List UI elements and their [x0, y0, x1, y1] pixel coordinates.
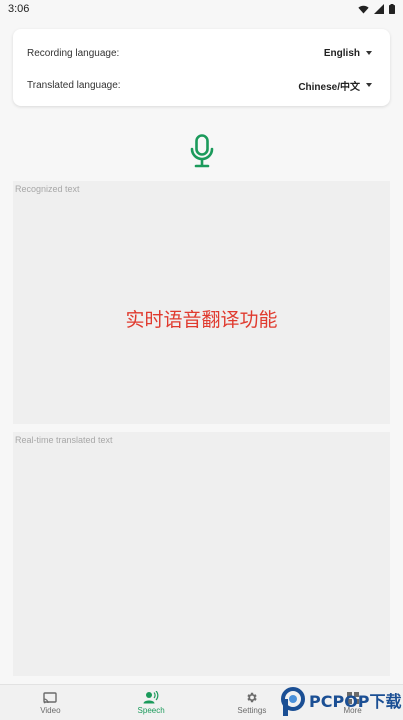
- status-time: 3:06: [8, 3, 30, 15]
- watermark-brand: PCPOP下载: [309, 692, 402, 711]
- microphone-button[interactable]: [186, 132, 218, 170]
- nav-label-settings: Settings: [237, 706, 267, 715]
- recognized-text-area[interactable]: Recognized text 实时语音翻译功能: [13, 181, 390, 424]
- battery-icon: [389, 4, 395, 14]
- recognized-text-placeholder: Recognized text: [15, 184, 80, 194]
- pcpop-watermark: PCPOP下载: [280, 684, 403, 720]
- translated-language-dropdown[interactable]: Chinese/中文: [298, 78, 372, 93]
- translated-language-label: Translated language:: [27, 79, 121, 91]
- nav-label-video: Video: [40, 705, 61, 715]
- app-screen: 3:06 Recording language: English Transla…: [0, 0, 403, 720]
- nav-item-video[interactable]: Video: [0, 685, 101, 720]
- recording-language-label: Recording language:: [27, 47, 120, 59]
- dropdown-arrow-icon: [366, 83, 372, 87]
- gear-icon: [247, 692, 258, 703]
- voice-person-icon: [143, 691, 159, 704]
- wifi-icon: [358, 5, 369, 14]
- recording-language-dropdown[interactable]: English: [324, 48, 372, 59]
- translated-language-row: Translated language: Chinese/中文: [13, 71, 390, 99]
- status-bar: 3:06: [0, 0, 403, 18]
- recording-language-row: Recording language: English: [13, 39, 390, 67]
- recognized-text-content: 实时语音翻译功能: [125, 309, 278, 331]
- language-settings-card: Recording language: English Translated l…: [13, 29, 390, 106]
- microphone-icon: [190, 134, 214, 168]
- translated-text-placeholder: Real-time translated text: [15, 435, 113, 445]
- signal-icon: [374, 4, 384, 14]
- pcpop-logo-icon: [281, 687, 305, 716]
- status-icons: [358, 4, 395, 14]
- recording-language-value: English: [323, 47, 360, 59]
- nav-item-speech[interactable]: Speech: [101, 685, 202, 720]
- translated-text-area[interactable]: Real-time translated text: [13, 432, 390, 676]
- translated-language-value: Chinese/中文: [298, 81, 360, 93]
- dropdown-arrow-icon: [366, 51, 372, 55]
- nav-label-speech: Speech: [137, 706, 165, 715]
- cast-icon: [43, 691, 58, 703]
